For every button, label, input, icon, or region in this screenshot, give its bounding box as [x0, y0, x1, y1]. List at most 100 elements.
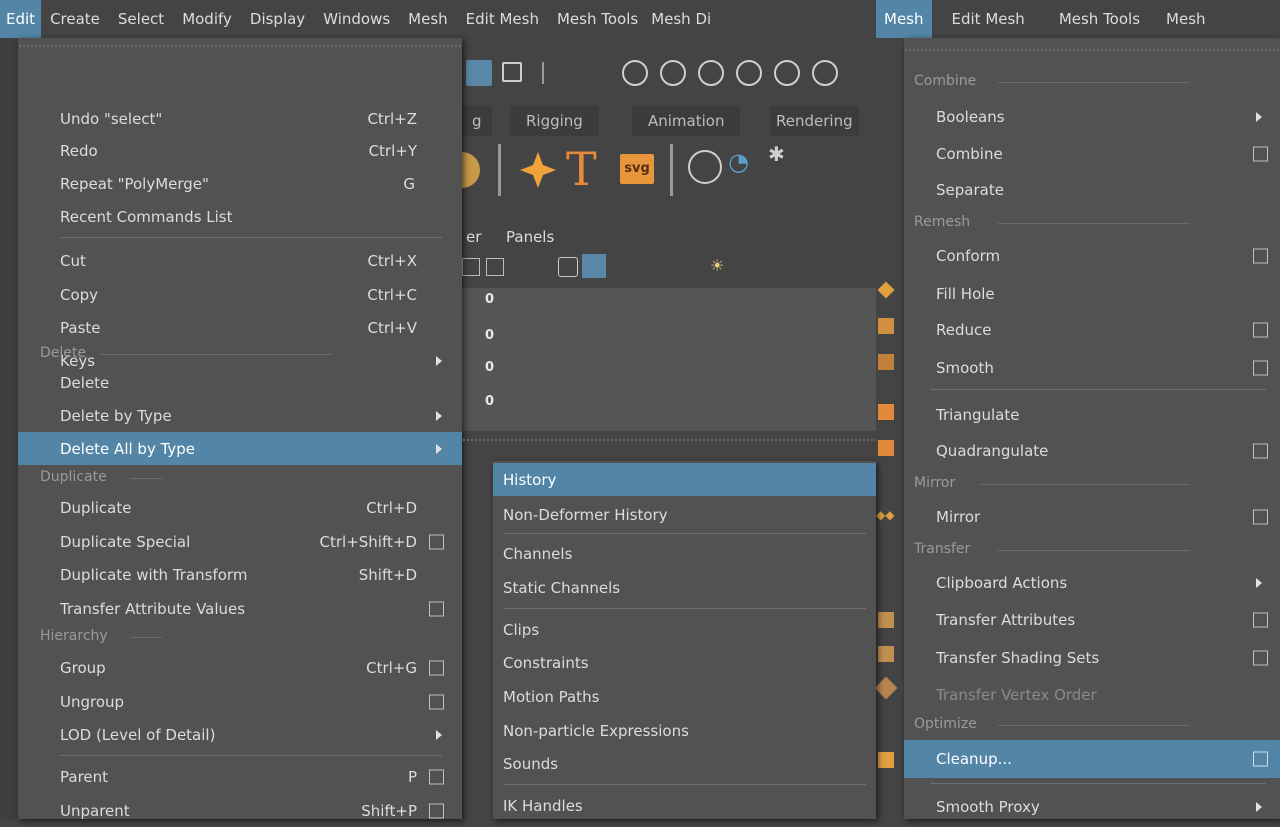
platonic-icon[interactable]	[462, 152, 480, 188]
menu-edit-mesh-right[interactable]: Edit Mesh	[932, 0, 1045, 38]
option-box-icon[interactable]	[429, 803, 444, 818]
snap-view-icon[interactable]	[736, 60, 762, 86]
bevel-icon[interactable]	[688, 150, 722, 184]
menu-item-duplicate-with-transform[interactable]: Duplicate with Transform Shift+D	[18, 558, 462, 591]
mesh-item-fill-hole[interactable]: Fill Hole	[904, 277, 1280, 310]
menu-edit-mesh[interactable]: Edit Mesh	[457, 0, 548, 38]
select-tool-icon[interactable]	[466, 60, 492, 86]
option-box-icon[interactable]	[429, 769, 444, 784]
submenu-item-motion-paths[interactable]: Motion Paths	[493, 680, 876, 713]
option-box-icon[interactable]	[1253, 322, 1268, 337]
type-tool-icon[interactable]: T	[566, 144, 606, 194]
shelf-tab-rendering[interactable]: Rendering	[770, 106, 859, 136]
menu-item-redo[interactable]: Redo Ctrl+Y	[18, 134, 462, 167]
menu-mesh-tools[interactable]: Mesh Tools	[548, 0, 647, 38]
panel-menu-er[interactable]: er	[466, 228, 481, 246]
menu-mesh-tools-right[interactable]: Mesh Tools	[1045, 0, 1154, 38]
submenu-item-ik-handles[interactable]: IK Handles	[493, 789, 876, 822]
snap-curve-icon[interactable]	[660, 60, 686, 86]
viewport[interactable]	[462, 288, 876, 431]
menu-item-lod[interactable]: LOD (Level of Detail)	[18, 718, 462, 751]
mesh-item-transfer-attributes[interactable]: Transfer Attributes	[904, 603, 1280, 636]
image-plane-icon[interactable]	[462, 258, 480, 276]
mesh-item-cleanup[interactable]: Cleanup...	[904, 740, 1280, 778]
menu-item-copy[interactable]: Copy Ctrl+C	[18, 278, 462, 311]
submenu-item-sounds[interactable]: Sounds	[493, 747, 876, 780]
option-box-icon[interactable]	[429, 660, 444, 675]
mesh-item-smooth-proxy[interactable]: Smooth Proxy	[904, 790, 1280, 823]
transfer-icon[interactable]	[878, 404, 894, 420]
tear-off-handle[interactable]	[18, 44, 462, 49]
cleanup-icon[interactable]	[878, 752, 894, 768]
wireframe-icon[interactable]	[558, 257, 578, 277]
menu-mesh-right[interactable]: Mesh	[876, 0, 932, 38]
snap-point-icon[interactable]	[698, 60, 724, 86]
shelf-tab-animation[interactable]: Animation	[632, 106, 741, 136]
submenu-item-channels[interactable]: Channels	[493, 537, 876, 570]
transfer-icon[interactable]	[878, 440, 894, 456]
orange-diamond-icon[interactable]	[877, 281, 895, 299]
menu-edit[interactable]: Edit	[0, 0, 42, 38]
menu-item-cut[interactable]: Cut Ctrl+X	[18, 244, 462, 277]
submenu-item-history[interactable]: History	[493, 463, 876, 496]
menu-mesh[interactable]: Mesh	[399, 0, 457, 38]
star-icon[interactable]	[518, 150, 558, 190]
smooth-shade-icon[interactable]	[582, 254, 606, 278]
menu-item-unparent[interactable]: Unparent Shift+P	[18, 794, 462, 827]
mesh-item-reduce[interactable]: Reduce	[904, 313, 1280, 346]
tear-off-handle[interactable]	[904, 48, 1280, 53]
mesh-item-transfer-shading-sets[interactable]: Transfer Shading Sets	[904, 641, 1280, 674]
menu-item-recent-commands[interactable]: Recent Commands List	[18, 200, 462, 233]
menu-item-parent[interactable]: Parent P	[18, 760, 462, 793]
shelf-tab-modeling[interactable]: g	[462, 106, 492, 136]
mesh-item-triangulate[interactable]: Triangulate	[904, 398, 1280, 431]
menu-item-delete-by-type[interactable]: Delete by Type	[18, 399, 462, 432]
menu-item-delete[interactable]: Delete	[18, 366, 462, 399]
submenu-item-constraints[interactable]: Constraints	[493, 646, 876, 679]
menu-item-delete-all-by-type[interactable]: Delete All by Type	[18, 432, 462, 465]
grid-select-icon[interactable]	[878, 354, 894, 370]
mesh-item-mirror[interactable]: Mirror	[904, 500, 1280, 533]
menu-item-paste[interactable]: Paste Ctrl+V	[18, 311, 462, 344]
snap-surface-icon[interactable]	[774, 60, 800, 86]
option-box-icon[interactable]	[1253, 612, 1268, 627]
menu-item-repeat[interactable]: Repeat "PolyMerge" G	[18, 167, 462, 200]
option-box-icon[interactable]	[1253, 509, 1268, 524]
panels-menu[interactable]: Panels	[506, 228, 554, 246]
component-select-icon[interactable]	[502, 62, 522, 82]
attribute-icon[interactable]	[878, 646, 894, 662]
mesh-item-combine[interactable]: Combine	[904, 137, 1280, 170]
menu-item-ungroup[interactable]: Ungroup	[18, 685, 462, 718]
submenu-item-non-particle-expressions[interactable]: Non-particle Expressions	[493, 714, 876, 747]
menu-display[interactable]: Display	[241, 0, 314, 38]
mesh-item-clipboard-actions[interactable]: Clipboard Actions	[904, 566, 1280, 599]
attribute-icon[interactable]	[878, 612, 894, 628]
menu-item-group[interactable]: Group Ctrl+G	[18, 651, 462, 684]
svg-tool-icon[interactable]: svg	[620, 154, 654, 184]
menu-item-undo[interactable]: Undo "select" Ctrl+Z	[18, 102, 462, 135]
mesh-item-conform[interactable]: Conform	[904, 239, 1280, 272]
menu-windows[interactable]: Windows	[314, 0, 399, 38]
menu-modify[interactable]: Modify	[173, 0, 241, 38]
mesh-item-quadrangulate[interactable]: Quadrangulate	[904, 434, 1280, 467]
submenu-item-static-channels[interactable]: Static Channels	[493, 571, 876, 604]
option-box-icon[interactable]	[429, 601, 444, 616]
option-box-icon[interactable]	[1253, 360, 1268, 375]
menu-mesh-display[interactable]: Mesh Di	[647, 0, 715, 38]
option-box-icon[interactable]	[1253, 751, 1268, 767]
submenu-item-clips[interactable]: Clips	[493, 613, 876, 646]
menu-item-transfer-attribute-values[interactable]: Transfer Attribute Values	[18, 592, 462, 625]
mesh-item-smooth[interactable]: Smooth	[904, 351, 1280, 384]
mesh-item-booleans[interactable]: Booleans	[904, 100, 1280, 133]
option-box-icon[interactable]	[1253, 248, 1268, 263]
menu-select[interactable]: Select	[109, 0, 173, 38]
mesh-item-separate[interactable]: Separate	[904, 173, 1280, 206]
menu-mesh-display-right[interactable]: Mesh	[1154, 0, 1218, 38]
tear-off-handle[interactable]	[462, 438, 876, 443]
texture-icon[interactable]	[486, 258, 504, 276]
shelf-tab-rigging[interactable]: Rigging	[510, 106, 599, 136]
menu-item-duplicate-special[interactable]: Duplicate Special Ctrl+Shift+D	[18, 525, 462, 558]
option-box-icon[interactable]	[1253, 650, 1268, 665]
menu-create[interactable]: Create	[41, 0, 109, 38]
option-box-icon[interactable]	[1253, 443, 1268, 458]
